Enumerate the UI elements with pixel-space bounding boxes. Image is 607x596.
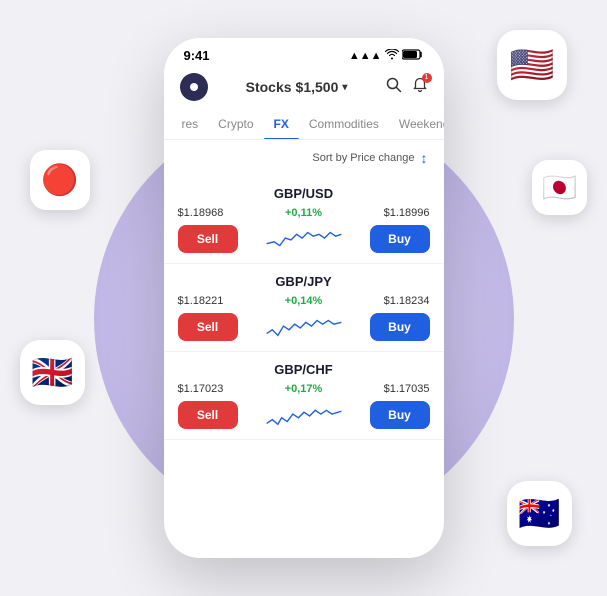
chart-gbpusd bbox=[244, 225, 364, 253]
header-balance[interactable]: Stocks $1,500 ▾ bbox=[246, 79, 348, 95]
status-icons: ▲▲▲ bbox=[349, 49, 424, 63]
header-bar: Stocks $1,500 ▾ 1 bbox=[164, 69, 444, 109]
sell-price-gbpchf: $1.17023 bbox=[178, 383, 236, 395]
change-gbpusd: +0,11% bbox=[242, 207, 366, 219]
buy-price-gbpchf: $1.17035 bbox=[372, 383, 430, 395]
flag-jp: 🇯🇵 bbox=[532, 160, 587, 215]
currency-pair-gbpchf: GBP/CHF bbox=[178, 362, 430, 377]
flag-au: 🇦🇺 bbox=[507, 481, 572, 546]
currency-item-gbpchf: GBP/CHF $1.17023 +0,17% $1.17035 Sell Bu… bbox=[164, 352, 444, 440]
currency-item-gbpusd: GBP/USD $1.18968 +0,11% $1.18996 Sell Bu… bbox=[164, 176, 444, 264]
chart-gbpjpy bbox=[244, 313, 364, 341]
buy-price-gbpusd: $1.18996 bbox=[372, 207, 430, 219]
tab-res[interactable]: res bbox=[172, 109, 209, 139]
search-button[interactable] bbox=[386, 77, 402, 98]
status-time: 9:41 bbox=[184, 48, 210, 63]
avatar[interactable] bbox=[180, 73, 208, 101]
avatar-dot bbox=[190, 83, 198, 91]
tab-crypto[interactable]: Crypto bbox=[208, 109, 263, 139]
sell-price-gbpusd: $1.18968 bbox=[178, 207, 236, 219]
balance-amount: $1,500 bbox=[296, 79, 339, 95]
wifi-icon bbox=[385, 49, 399, 63]
status-bar: 9:41 ▲▲▲ bbox=[164, 38, 444, 69]
flag-uk: 🇬🇧 bbox=[20, 340, 85, 405]
tab-commodities[interactable]: Commodities bbox=[299, 109, 389, 139]
stocks-label: Stocks bbox=[246, 79, 292, 95]
notification-badge: 1 bbox=[422, 73, 432, 83]
currency-prices-gbpjpy: $1.18221 +0,14% $1.18234 bbox=[178, 295, 430, 307]
buy-button-gbpusd[interactable]: Buy bbox=[370, 225, 430, 253]
chart-gbpchf bbox=[244, 401, 364, 429]
tab-weekend[interactable]: Weekend bbox=[389, 109, 444, 139]
currency-pair-gbpusd: GBP/USD bbox=[178, 186, 430, 201]
change-gbpchf: +0,17% bbox=[242, 383, 366, 395]
sell-button-gbpjpy[interactable]: Sell bbox=[178, 313, 238, 341]
buy-button-gbpjpy[interactable]: Buy bbox=[370, 313, 430, 341]
currency-pair-gbpjpy: GBP/JPY bbox=[178, 274, 430, 289]
buy-price-gbpjpy: $1.18234 bbox=[372, 295, 430, 307]
buy-button-gbpchf[interactable]: Buy bbox=[370, 401, 430, 429]
currency-item-gbpjpy: GBP/JPY $1.18221 +0,14% $1.18234 Sell Bu… bbox=[164, 264, 444, 352]
tab-fx[interactable]: FX bbox=[264, 109, 299, 139]
flag-red: 🔴 bbox=[30, 150, 90, 210]
currency-actions-gbpchf: Sell Buy bbox=[178, 401, 430, 429]
sell-button-gbpusd[interactable]: Sell bbox=[178, 225, 238, 253]
sell-price-gbpjpy: $1.18221 bbox=[178, 295, 236, 307]
signal-icon: ▲▲▲ bbox=[349, 50, 382, 62]
sort-icon: ↕ bbox=[421, 150, 428, 166]
currency-list: GBP/USD $1.18968 +0,11% $1.18996 Sell Bu… bbox=[164, 172, 444, 558]
currency-prices-gbpusd: $1.18968 +0,11% $1.18996 bbox=[178, 207, 430, 219]
sell-button-gbpchf[interactable]: Sell bbox=[178, 401, 238, 429]
chevron-down-icon: ▾ bbox=[342, 82, 347, 93]
header-icons: 1 bbox=[386, 77, 428, 98]
currency-actions-gbpusd: Sell Buy bbox=[178, 225, 430, 253]
tabs-bar: res Crypto FX Commodities Weekend bbox=[164, 109, 444, 140]
currency-actions-gbpjpy: Sell Buy bbox=[178, 313, 430, 341]
phone-mockup: 9:41 ▲▲▲ bbox=[164, 38, 444, 558]
battery-icon bbox=[402, 49, 424, 63]
change-gbpjpy: +0,14% bbox=[242, 295, 366, 307]
currency-prices-gbpchf: $1.17023 +0,17% $1.17035 bbox=[178, 383, 430, 395]
flag-us: 🇺🇸 bbox=[497, 30, 567, 100]
sort-label: Sort by Price change bbox=[312, 152, 414, 164]
notification-button[interactable]: 1 bbox=[412, 77, 428, 98]
sort-bar[interactable]: Sort by Price change ↕ bbox=[164, 140, 444, 172]
